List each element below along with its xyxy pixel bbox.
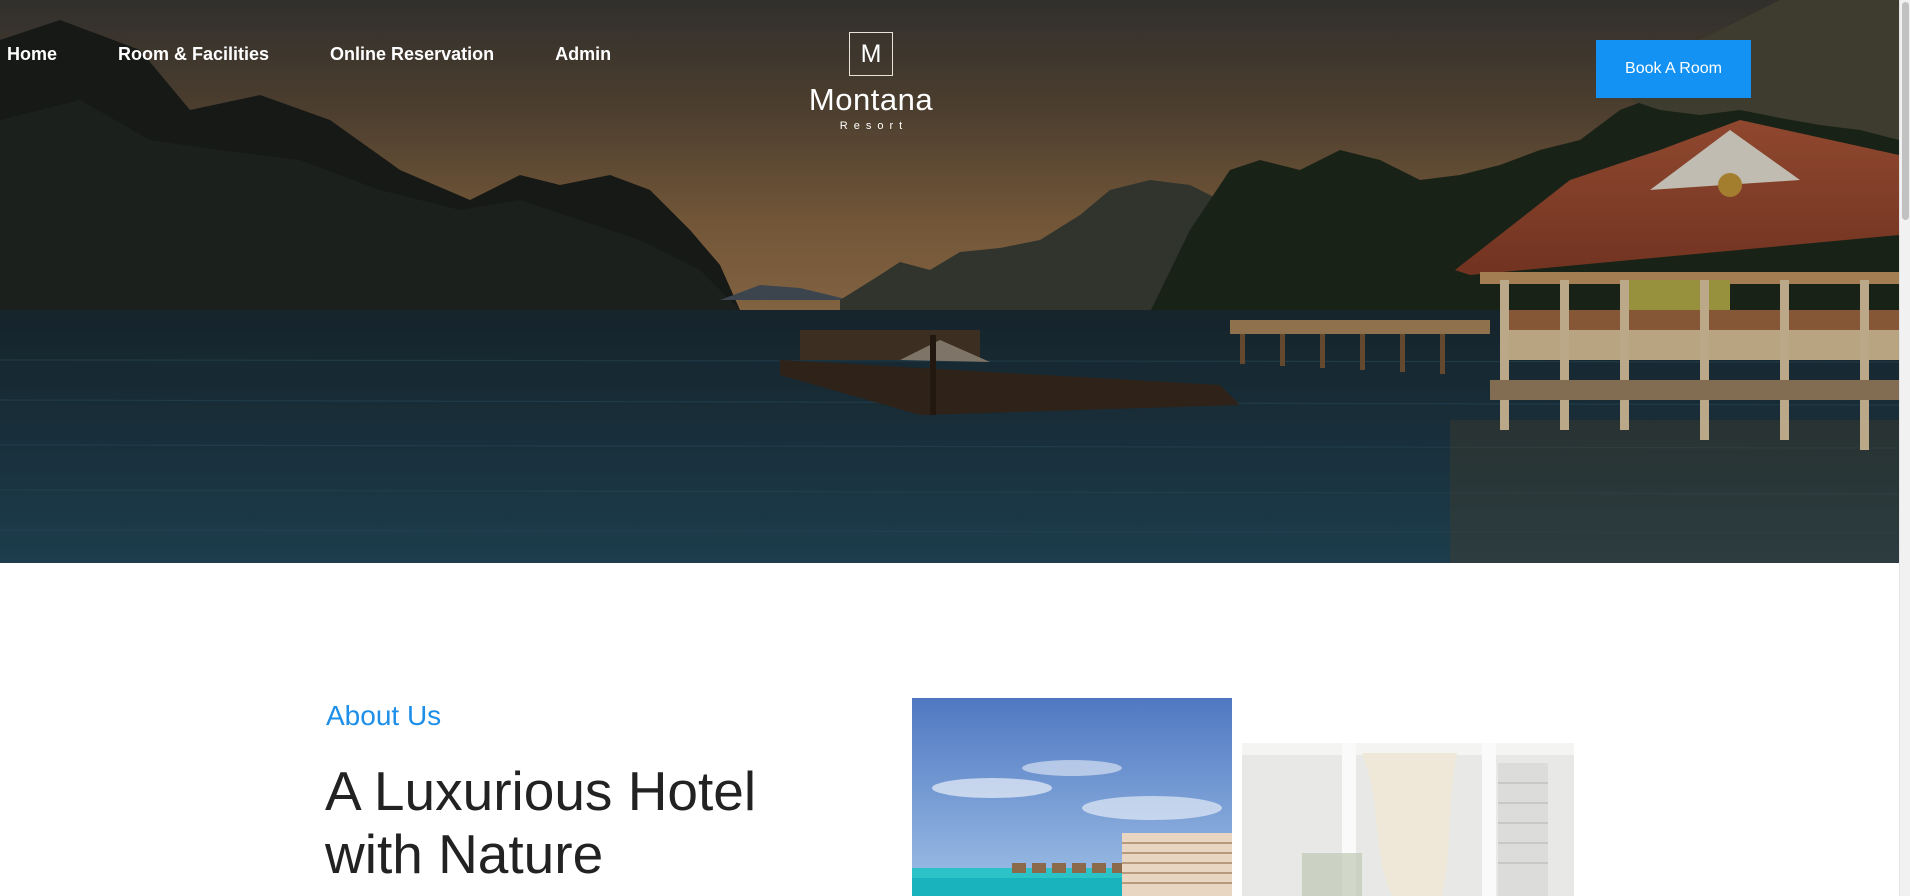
book-a-room-button[interactable]: Book A Room: [1596, 40, 1751, 98]
nav-item-room-facilities[interactable]: Room & Facilities: [118, 44, 269, 65]
nav-item-admin[interactable]: Admin: [555, 44, 611, 65]
logo-name: Montana: [808, 82, 934, 117]
about-kicker: About Us: [326, 700, 442, 731]
hero-banner: Home Room & Facilities Online Reservatio…: [0, 0, 1899, 563]
about-title: A Luxurious Hotel with Nature: [325, 760, 757, 885]
page-scrollbar[interactable]: [1899, 0, 1910, 896]
logo-mark: M: [849, 32, 893, 76]
nav-item-home[interactable]: Home: [7, 44, 57, 65]
main-nav: Home Room & Facilities Online Reservatio…: [0, 44, 611, 65]
beach-photo: [912, 698, 1232, 896]
curtain-window-photo: [1242, 743, 1574, 896]
scrollbar-thumb[interactable]: [1902, 2, 1909, 220]
brand-logo[interactable]: M Montana Resort: [800, 32, 942, 132]
nav-item-online-reservation[interactable]: Online Reservation: [330, 44, 494, 65]
logo-subtitle: Resort: [839, 120, 909, 132]
